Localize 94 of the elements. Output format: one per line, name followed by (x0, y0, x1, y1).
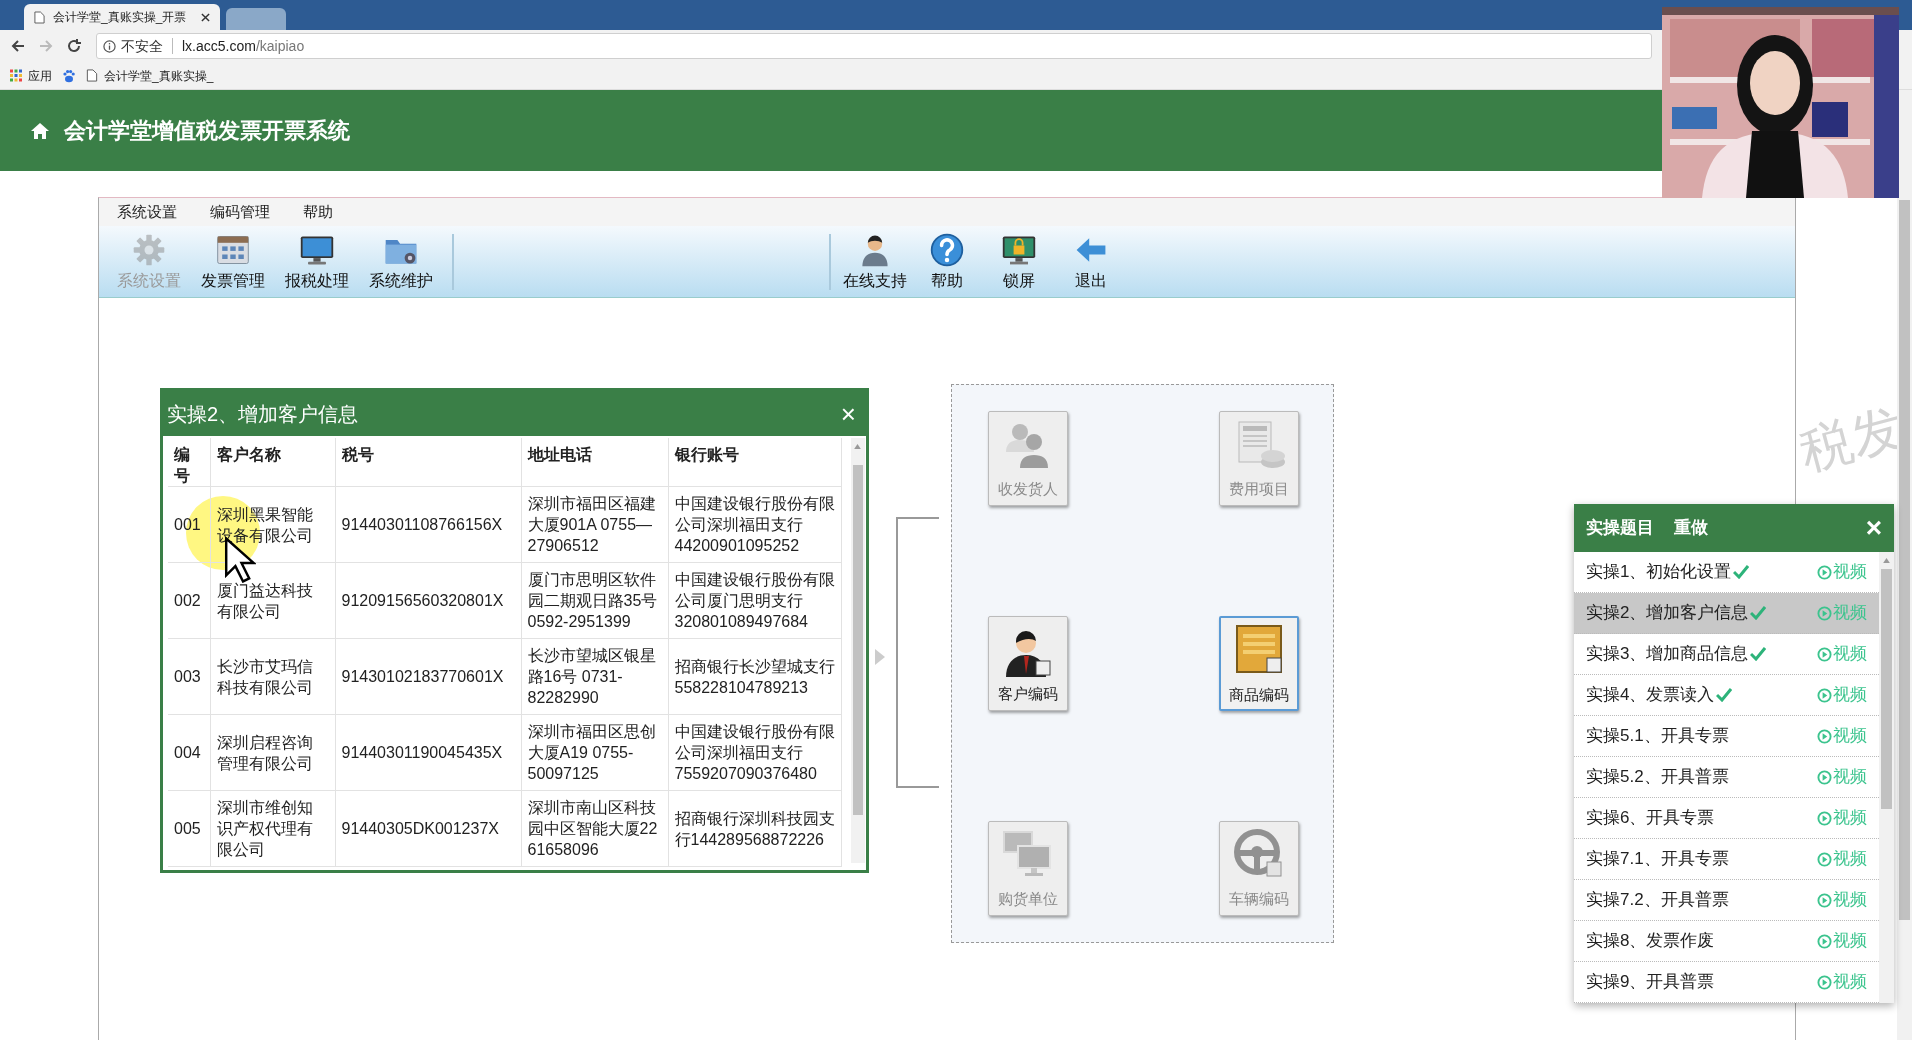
table-cell-text: 003 (174, 667, 202, 687)
play-icon (1817, 892, 1832, 908)
scroll-thumb[interactable] (852, 465, 863, 815)
toolbar-button[interactable]: 发票管理 (191, 226, 275, 292)
play-icon (1817, 728, 1832, 744)
toolbar-button[interactable]: 帮助 (911, 226, 983, 292)
redo-button[interactable]: 重做 (1674, 515, 1708, 541)
table-cell-text: 深圳市维创知识产权代理有限公司 (216, 798, 314, 860)
table-cell-text: 长沙市望城区银星路16号 0731-82282990 (527, 646, 657, 708)
table-cell-text: 招商银行长沙望城支行558228104789213 (674, 656, 835, 698)
play-icon (1817, 687, 1832, 703)
scroll-thumb[interactable] (1899, 200, 1910, 920)
app-title: 会计学堂增值税发票开票系统 (64, 117, 350, 145)
table-cell-text: 中国建设银行股份有限公司厦门思明支行320801089497684 (674, 570, 835, 632)
column-header: 地址电话 (521, 438, 668, 487)
home-icon[interactable] (30, 121, 50, 140)
column-header: 税号 (335, 438, 521, 487)
page-icon (34, 10, 45, 24)
table-cell-text: 深圳启程咨询管理有限公司 (216, 732, 314, 774)
browser-tab[interactable]: 会计学堂_真账实操_开票 (24, 4, 220, 30)
table-cell-text: 91209156560320801X (341, 591, 505, 611)
column-header: 银行账号 (668, 438, 841, 487)
task-item[interactable]: 实操5.1、开具专票 视频 (1574, 716, 1879, 757)
toolbar-button[interactable]: 退出 (1055, 226, 1127, 292)
paw-icon[interactable] (62, 68, 76, 83)
close-button[interactable]: × (834, 400, 862, 427)
table-cell-text: 深圳市福田区思创大厦A19 0755-50097125 (527, 722, 657, 784)
task-item[interactable]: 实操7.1、开具专票 视频 (1574, 839, 1879, 880)
column-header: 客户名称 (210, 438, 335, 487)
table-cell-text: 招商银行深圳科技园支行144289568872226 (674, 808, 835, 850)
task-item[interactable]: 实操3、增加商品信息 视频 (1574, 634, 1879, 675)
table-cell-text: 004 (174, 743, 202, 763)
forward-icon[interactable] (38, 38, 54, 54)
reload-icon[interactable] (66, 38, 82, 54)
right-arrow-icon (875, 649, 885, 665)
security-label: 不安全 (121, 36, 163, 56)
table-cell-text: 91440305DK001237X (341, 819, 500, 839)
menu-item[interactable]: 编码管理 (210, 200, 270, 224)
table-cell-text: 深圳市南山区科技园中区智能大厦22 61658096 (527, 798, 659, 860)
play-icon (1817, 564, 1832, 580)
menu-item[interactable]: 帮助 (303, 200, 333, 224)
close-button[interactable]: × (1865, 514, 1882, 542)
bookmark-link[interactable]: 应用 (10, 66, 52, 85)
task-item[interactable]: 实操8、发票作废 视频 (1574, 921, 1879, 962)
column-header: 编号 (168, 438, 210, 487)
scroll-up-icon[interactable] (1883, 558, 1890, 563)
dialog-title: 实操2、增加客户信息 (167, 401, 359, 427)
task-item[interactable]: 实操6、开具专票 视频 (1574, 798, 1879, 839)
table-cell-text: 厦门益达科技有限公司 (216, 580, 314, 622)
play-icon (1817, 851, 1832, 867)
task-item[interactable]: 实操9、开具普票 视频 (1574, 962, 1879, 1003)
table-cell-text: 中国建设银行股份有限公司深圳福田支行44200901095252 (674, 494, 835, 556)
function-tile[interactable]: 商品编码 (1219, 616, 1299, 711)
task-item[interactable]: 实操2、增加客户信息 视频 (1574, 593, 1879, 634)
url-text: lx.acc5.com/kaipiao (182, 36, 305, 56)
table-cell-text: 厦门市思明区软件园二期观日路35号0592-2951399 (527, 570, 659, 632)
table-cell-text: 中国建设银行股份有限公司深圳福田支行7559207090376480 (674, 722, 835, 784)
panel-title: 实操题目 (1586, 517, 1654, 540)
play-icon (1817, 605, 1832, 621)
back-icon[interactable] (10, 38, 26, 54)
table-cell-text: 002 (174, 591, 202, 611)
task-item[interactable]: 实操7.2、开具普票 视频 (1574, 880, 1879, 921)
scroll-thumb[interactable] (1881, 569, 1892, 809)
tab-title: 会计学堂_真账实操_开票 (53, 9, 188, 26)
apps-icon (10, 69, 22, 82)
play-icon (1817, 646, 1832, 662)
toolbar-button[interactable]: 系统维护 (359, 226, 443, 292)
table-cell-text: 001 (174, 515, 202, 535)
bookmark-link[interactable]: 会计学堂_真账实操_ (86, 66, 214, 85)
scroll-up-icon[interactable] (854, 444, 861, 449)
table-cell-text: 91440301108766156X (341, 515, 504, 535)
help-icon (929, 232, 965, 268)
toolbar-button[interactable]: 报税处理 (275, 226, 359, 292)
table-cell-text: 005 (174, 819, 202, 839)
task-item[interactable]: 实操1、初始化设置 视频 (1574, 552, 1879, 593)
close-icon[interactable] (201, 12, 210, 22)
task-item[interactable]: 实操4、发票读入 视频 (1574, 675, 1879, 716)
toolbar-button[interactable]: 锁屏 (983, 226, 1055, 292)
toolbar-button[interactable]: 在线支持 (839, 226, 911, 292)
play-icon (1817, 933, 1832, 949)
page-icon (86, 69, 98, 82)
table-cell-text: 91430102183770601X (341, 667, 505, 687)
menu-item[interactable]: 系统设置 (117, 200, 177, 224)
address-field[interactable]: 不安全 lx.acc5.com/kaipiao (96, 33, 1652, 59)
play-icon (1817, 810, 1832, 826)
function-tile[interactable]: 客户编码 (988, 616, 1068, 711)
play-icon (1817, 769, 1832, 785)
table-cell-text: 长沙市艾玛信科技有限公司 (216, 656, 314, 698)
info-icon (103, 39, 116, 53)
gear-icon (131, 232, 167, 268)
table-cell-text: 深圳市福田区福建大厦901A 0755—27906512 (527, 494, 657, 556)
task-item[interactable]: 实操5.2、开具普票 视频 (1574, 757, 1879, 798)
table-cell-text: 91440301190045435X (341, 743, 504, 763)
play-icon (1817, 974, 1832, 990)
